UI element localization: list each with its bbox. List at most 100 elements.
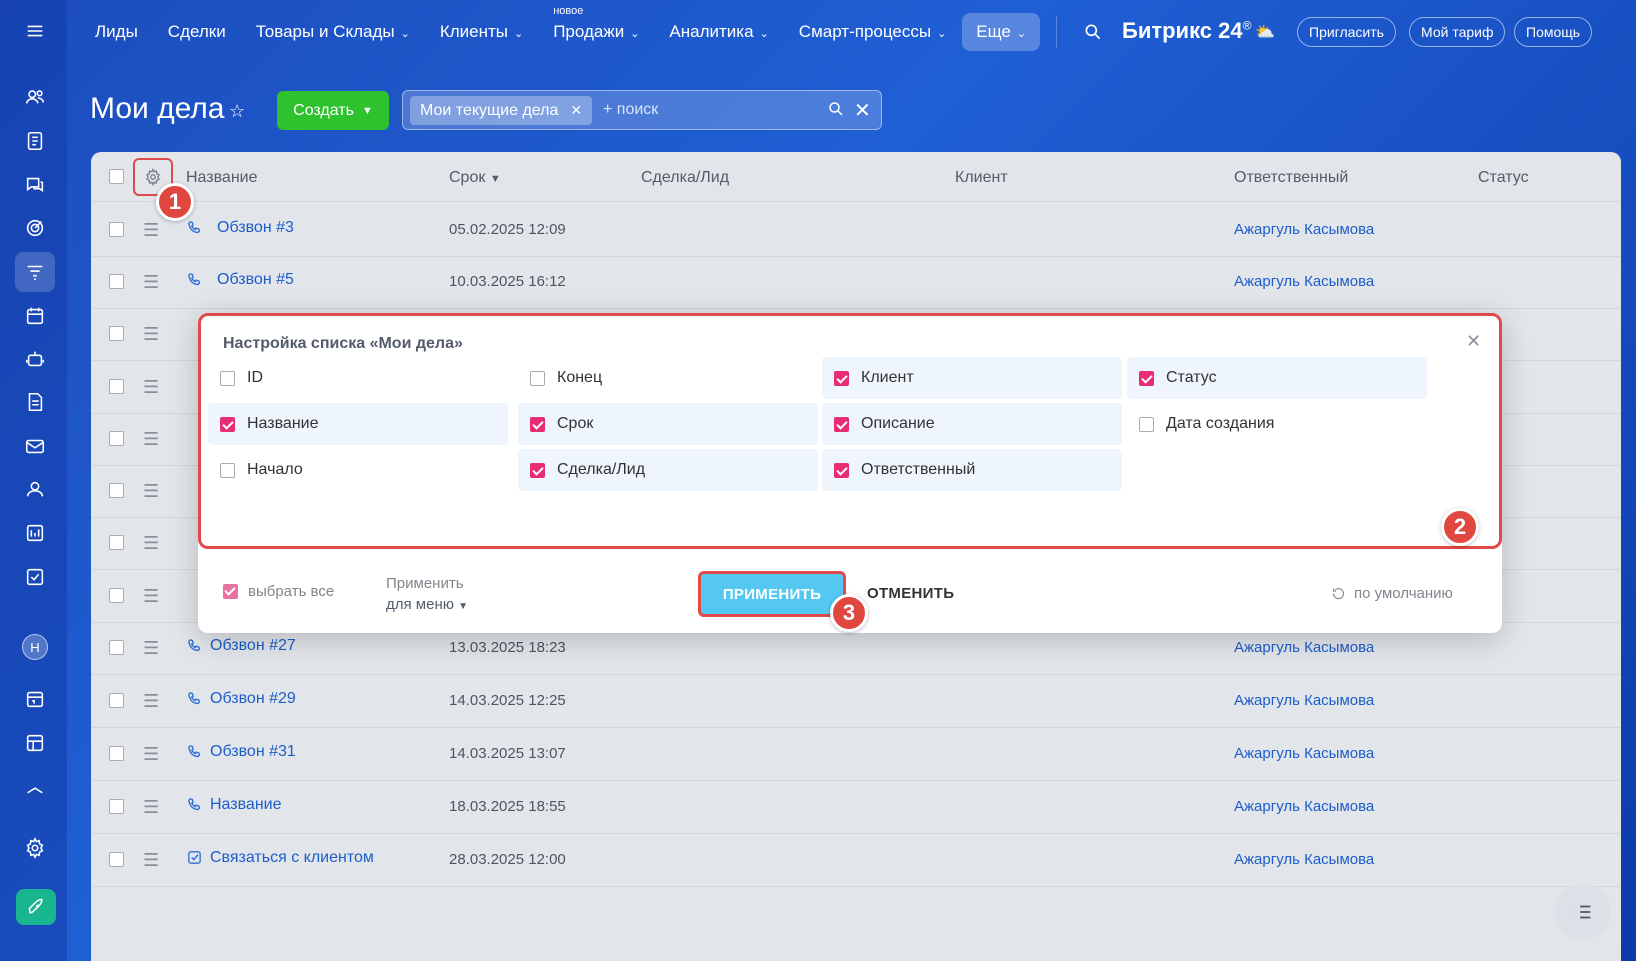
option-checkbox[interactable] bbox=[530, 370, 545, 386]
activity-name-link[interactable]: Обзвон #5 bbox=[217, 271, 294, 289]
apply-button[interactable]: ПРИМЕНИТЬ bbox=[698, 571, 846, 617]
nav-item-4[interactable]: новое Продажи ⌄ bbox=[553, 5, 639, 42]
option-checkbox[interactable] bbox=[1139, 416, 1154, 432]
column-option[interactable]: ID bbox=[208, 357, 508, 399]
row-checkbox[interactable] bbox=[109, 483, 124, 498]
responsible-link[interactable]: Ажаргуль Касымова bbox=[1234, 798, 1374, 815]
mail-icon[interactable] bbox=[15, 426, 55, 466]
activity-name-link[interactable]: Обзвон #29 bbox=[210, 690, 296, 708]
row-checkbox[interactable] bbox=[109, 640, 124, 655]
nav-item-6[interactable]: Смарт-процессы ⌄ bbox=[799, 22, 947, 42]
nav-item-2[interactable]: Товары и Склады ⌄ bbox=[256, 22, 410, 42]
activity-name-link[interactable]: Связаться с клиентом bbox=[210, 849, 374, 867]
filter-search-box[interactable]: Мои текущие дела ✕ + поиск ✕ bbox=[402, 90, 882, 130]
settings-icon[interactable] bbox=[15, 828, 55, 868]
menu-icon[interactable] bbox=[15, 11, 55, 51]
responsible-link[interactable]: Ажаргуль Касымова bbox=[1234, 273, 1374, 290]
row-checkbox[interactable] bbox=[109, 535, 124, 550]
option-checkbox[interactable] bbox=[1139, 370, 1154, 386]
drag-handle-icon[interactable]: ☰ bbox=[143, 744, 159, 765]
activity-name-link[interactable]: Обзвон #3 bbox=[217, 219, 294, 237]
column-option[interactable]: Статус bbox=[1127, 357, 1427, 399]
drag-handle-icon[interactable]: ☰ bbox=[143, 324, 159, 345]
nav-item-3[interactable]: Клиенты ⌄ bbox=[440, 22, 523, 42]
table-row[interactable]: ☰ Обзвон #29 14.03.2025 12:25 Ажаргуль Касы… bbox=[91, 673, 1621, 728]
table-row[interactable]: ☰ Название 18.03.2025 18:55 Ажаргуль Касымо… bbox=[91, 779, 1621, 834]
row-checkbox[interactable] bbox=[109, 274, 124, 289]
column-option[interactable]: Описание bbox=[822, 403, 1122, 445]
tasks-icon[interactable] bbox=[15, 557, 55, 597]
crm-icon[interactable] bbox=[15, 121, 55, 161]
clear-filter-icon[interactable]: ✕ bbox=[854, 98, 871, 123]
column-option[interactable]: Сделка/Лид bbox=[518, 449, 818, 491]
table-row[interactable]: ☰ Обзвон #5 10.03.2025 16:12 Ажаргуль Касым… bbox=[91, 254, 1621, 309]
brand-logo[interactable]: Битрикс 24® bbox=[1122, 18, 1251, 44]
column-responsible[interactable]: Ответственный bbox=[1234, 169, 1348, 187]
document-icon[interactable] bbox=[15, 382, 55, 422]
robot-icon[interactable] bbox=[15, 339, 55, 379]
option-checkbox[interactable] bbox=[834, 416, 849, 432]
rocket-icon[interactable] bbox=[16, 889, 56, 925]
column-option[interactable]: Срок bbox=[518, 403, 818, 445]
column-status[interactable]: Статус bbox=[1478, 169, 1529, 187]
column-deal[interactable]: Сделка/Лид bbox=[641, 169, 729, 187]
table-row[interactable]: ☰ Обзвон #31 14.03.2025 13:07 Ажаргуль Касы… bbox=[91, 726, 1621, 781]
tariff-button[interactable]: Мой тариф bbox=[1409, 17, 1506, 47]
option-checkbox[interactable] bbox=[834, 370, 849, 386]
activity-name-link[interactable]: Обзвон #31 bbox=[210, 743, 296, 761]
column-option[interactable]: Клиент bbox=[822, 357, 1122, 399]
activity-name-link[interactable]: Название bbox=[210, 796, 282, 814]
drag-handle-icon[interactable]: ☰ bbox=[143, 272, 159, 293]
select-all-checkbox[interactable] bbox=[109, 169, 124, 184]
avatar[interactable]: Н bbox=[22, 634, 48, 660]
select-all-checkbox[interactable] bbox=[223, 584, 238, 599]
create-button[interactable]: Создать ▼ bbox=[277, 91, 389, 130]
drag-handle-icon[interactable]: ☰ bbox=[143, 429, 159, 450]
schedule-icon[interactable] bbox=[15, 679, 55, 719]
option-checkbox[interactable] bbox=[834, 462, 849, 478]
target-icon[interactable] bbox=[15, 208, 55, 248]
weather-icon[interactable]: ⛅ bbox=[1255, 22, 1275, 42]
row-checkbox[interactable] bbox=[109, 379, 124, 394]
drag-handle-icon[interactable]: ☰ bbox=[143, 638, 159, 659]
list-icon[interactable] bbox=[1555, 884, 1611, 940]
collapse-icon[interactable] bbox=[15, 770, 55, 810]
row-checkbox[interactable] bbox=[109, 693, 124, 708]
nav-item-5[interactable]: Аналитика ⌄ bbox=[669, 22, 768, 42]
drag-handle-icon[interactable]: ☰ bbox=[143, 481, 159, 502]
option-checkbox[interactable] bbox=[220, 462, 235, 478]
nav-item-0[interactable]: Лиды bbox=[95, 22, 138, 42]
option-checkbox[interactable] bbox=[530, 416, 545, 432]
column-option[interactable]: Название bbox=[208, 403, 508, 445]
option-checkbox[interactable] bbox=[220, 416, 235, 432]
star-icon[interactable]: ☆ bbox=[229, 101, 245, 122]
row-checkbox[interactable] bbox=[109, 799, 124, 814]
column-option[interactable]: Конец bbox=[518, 357, 818, 399]
search-icon[interactable] bbox=[1083, 22, 1103, 47]
funnel-icon[interactable] bbox=[15, 252, 55, 292]
users-icon[interactable] bbox=[15, 77, 55, 117]
drag-handle-icon[interactable]: ☰ bbox=[143, 377, 159, 398]
row-checkbox[interactable] bbox=[109, 852, 124, 867]
close-icon[interactable]: ✕ bbox=[1466, 331, 1481, 352]
help-button[interactable]: Помощь bbox=[1514, 17, 1593, 47]
column-client[interactable]: Клиент bbox=[955, 169, 1008, 187]
reset-default-button[interactable]: по умолчанию bbox=[1331, 585, 1453, 602]
activity-name-link[interactable]: Обзвон #27 bbox=[210, 637, 296, 655]
nav-more-button[interactable]: Еще ⌄ bbox=[962, 13, 1041, 51]
table-row[interactable]: ☰ Обзвон #3 05.02.2025 12:09 Ажаргуль Касым… bbox=[91, 202, 1621, 257]
drag-handle-icon[interactable]: ☰ bbox=[143, 220, 159, 241]
column-deadline[interactable]: Срок ▼ bbox=[449, 169, 501, 187]
cancel-button[interactable]: ОТМЕНИТЬ bbox=[867, 585, 954, 602]
drag-handle-icon[interactable]: ☰ bbox=[143, 850, 159, 871]
row-checkbox[interactable] bbox=[109, 588, 124, 603]
table-row[interactable]: ☰ Связаться с клиентом 28.03.2025 12:00 Ажа… bbox=[91, 832, 1621, 887]
column-option[interactable]: Начало bbox=[208, 449, 508, 491]
drag-handle-icon[interactable]: ☰ bbox=[143, 533, 159, 554]
responsible-link[interactable]: Ажаргуль Касымова bbox=[1234, 851, 1374, 868]
calendar-icon[interactable] bbox=[15, 296, 55, 336]
drag-handle-icon[interactable]: ☰ bbox=[143, 691, 159, 712]
bi-icon[interactable] bbox=[15, 513, 55, 553]
contacts-icon[interactable] bbox=[15, 469, 55, 509]
responsible-link[interactable]: Ажаргуль Касымова bbox=[1234, 639, 1374, 656]
